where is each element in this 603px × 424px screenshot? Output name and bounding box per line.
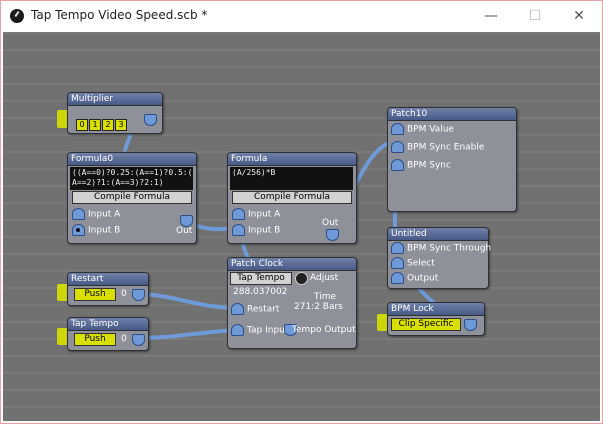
- node-formula0[interactable]: Formula0 ((A==0)?0.25:(A==1)?0.5:( A==2)…: [67, 152, 197, 244]
- patch-canvas[interactable]: Multiplier 0123 Formula0 ((A==0)?0.25:(A…: [3, 32, 600, 421]
- input-pin-icon: [391, 123, 404, 135]
- output-pin-icon[interactable]: [132, 289, 145, 301]
- input-pin-icon: [232, 208, 245, 220]
- tap-tempo-button[interactable]: Tap Tempo: [230, 272, 292, 285]
- restart-push-button[interactable]: Push: [74, 288, 116, 301]
- node-title: Untitled: [388, 228, 488, 241]
- formula0-out-label: Out: [176, 226, 193, 236]
- time-value: 271:2 Bars: [294, 302, 343, 312]
- input-pin-icon: [72, 224, 85, 236]
- node-title: Multiplier: [68, 93, 162, 106]
- formula-expression-field[interactable]: (A/256)*B: [230, 167, 353, 190]
- node-formula[interactable]: Formula (A/256)*B Compile Formula Input …: [227, 152, 357, 244]
- formula-out-label: Out: [322, 218, 339, 228]
- app-window: Tap Tempo Video Speed.scb * — ☐ ✕ Multip…: [0, 0, 603, 424]
- input-pin-icon: [391, 272, 404, 284]
- node-multiplier[interactable]: Multiplier 0123: [67, 92, 163, 134]
- input-pin-icon: [232, 224, 245, 236]
- input-pin-icon: [391, 242, 404, 254]
- untitled-output-port[interactable]: Output: [391, 272, 438, 285]
- formula0-input-a[interactable]: Input A: [72, 208, 120, 221]
- adjust-knob-icon[interactable]: [295, 272, 308, 285]
- tap-tempo-push-button[interactable]: Push: [74, 333, 116, 346]
- formula-input-b[interactable]: Input B: [232, 224, 280, 237]
- node-patch-clock[interactable]: Patch Clock Tap Tempo Adjust 288.037002 …: [227, 257, 357, 349]
- untitled-bpm-sync-through-port[interactable]: BPM Sync Through: [391, 242, 491, 255]
- patch10-bpm-sync-enable-port[interactable]: BPM Sync Enable: [391, 141, 484, 154]
- clock-restart-input[interactable]: Restart: [231, 303, 279, 316]
- node-title: Tap Tempo: [68, 318, 148, 331]
- output-pin-icon[interactable]: [464, 319, 477, 331]
- formula-input-a[interactable]: Input A: [232, 208, 280, 221]
- multiplier-option-0[interactable]: 0: [76, 119, 88, 131]
- formula0-expression-field[interactable]: ((A==0)?0.25:(A==1)?0.5:( A==2)?1:(A==3)…: [70, 167, 193, 190]
- patch10-bpm-sync-port[interactable]: BPM Sync: [391, 159, 451, 172]
- multiplier-option-1[interactable]: 1: [89, 119, 101, 131]
- node-untitled[interactable]: Untitled BPM Sync Through Select Output: [387, 227, 491, 289]
- multiplier-option-2[interactable]: 2: [102, 119, 114, 131]
- input-pin-icon: [391, 257, 404, 269]
- output-pin-icon[interactable]: [132, 334, 145, 346]
- output-pin-icon[interactable]: [326, 229, 339, 241]
- title-bar: Tap Tempo Video Speed.scb * — ☐ ✕: [1, 1, 602, 31]
- node-tap-tempo[interactable]: Tap Tempo Push 0: [67, 317, 149, 351]
- node-title: BPM Lock: [388, 303, 484, 316]
- adjust-label: Adjust: [310, 273, 339, 283]
- formula-compile-button[interactable]: Compile Formula: [232, 191, 352, 204]
- node-patch10[interactable]: Patch10 BPM Value BPM Sync Enable BPM Sy…: [387, 107, 517, 212]
- node-bpm-lock[interactable]: BPM Lock Clip Specific: [387, 302, 485, 336]
- node-title: Restart: [68, 273, 148, 286]
- multiplier-selector[interactable]: 0123: [76, 112, 128, 131]
- output-pin-icon[interactable]: [144, 114, 157, 126]
- app-icon: [10, 9, 24, 23]
- time-label: Time: [314, 292, 337, 302]
- input-pin-icon: [391, 159, 404, 171]
- bpm-lock-selector[interactable]: Clip Specific: [391, 318, 461, 331]
- restart-value: 0: [121, 289, 127, 299]
- untitled-select-port[interactable]: Select: [391, 257, 435, 270]
- formula0-compile-button[interactable]: Compile Formula: [72, 191, 192, 204]
- close-button[interactable]: ✕: [564, 6, 594, 26]
- clock-tap-input[interactable]: Tap Input: [231, 324, 288, 337]
- window-title: Tap Tempo Video Speed.scb *: [31, 8, 208, 22]
- multiplier-option-3[interactable]: 3: [115, 119, 127, 131]
- node-restart[interactable]: Restart Push 0: [67, 272, 149, 306]
- wire-taptempo-clock: [134, 328, 237, 340]
- node-title: Formula: [228, 153, 356, 166]
- node-title: Formula0: [68, 153, 196, 166]
- node-title: Patch10: [388, 108, 516, 121]
- minimize-button[interactable]: —: [476, 6, 506, 26]
- formula0-input-b[interactable]: Input B: [72, 224, 120, 237]
- tempo-output-label: Tempo Output: [292, 325, 356, 335]
- input-pin-icon: [231, 324, 244, 336]
- node-title: Patch Clock: [228, 258, 356, 271]
- tap-tempo-value: 0: [121, 334, 127, 344]
- wire-restart-clock: [134, 292, 237, 310]
- input-pin-icon: [72, 208, 85, 220]
- input-pin-icon: [391, 141, 404, 153]
- bpm-readout: 288.037002: [233, 287, 288, 297]
- patch10-bpm-value-port[interactable]: BPM Value: [391, 123, 454, 136]
- input-pin-icon: [231, 303, 244, 315]
- maximize-button[interactable]: ☐: [520, 6, 550, 26]
